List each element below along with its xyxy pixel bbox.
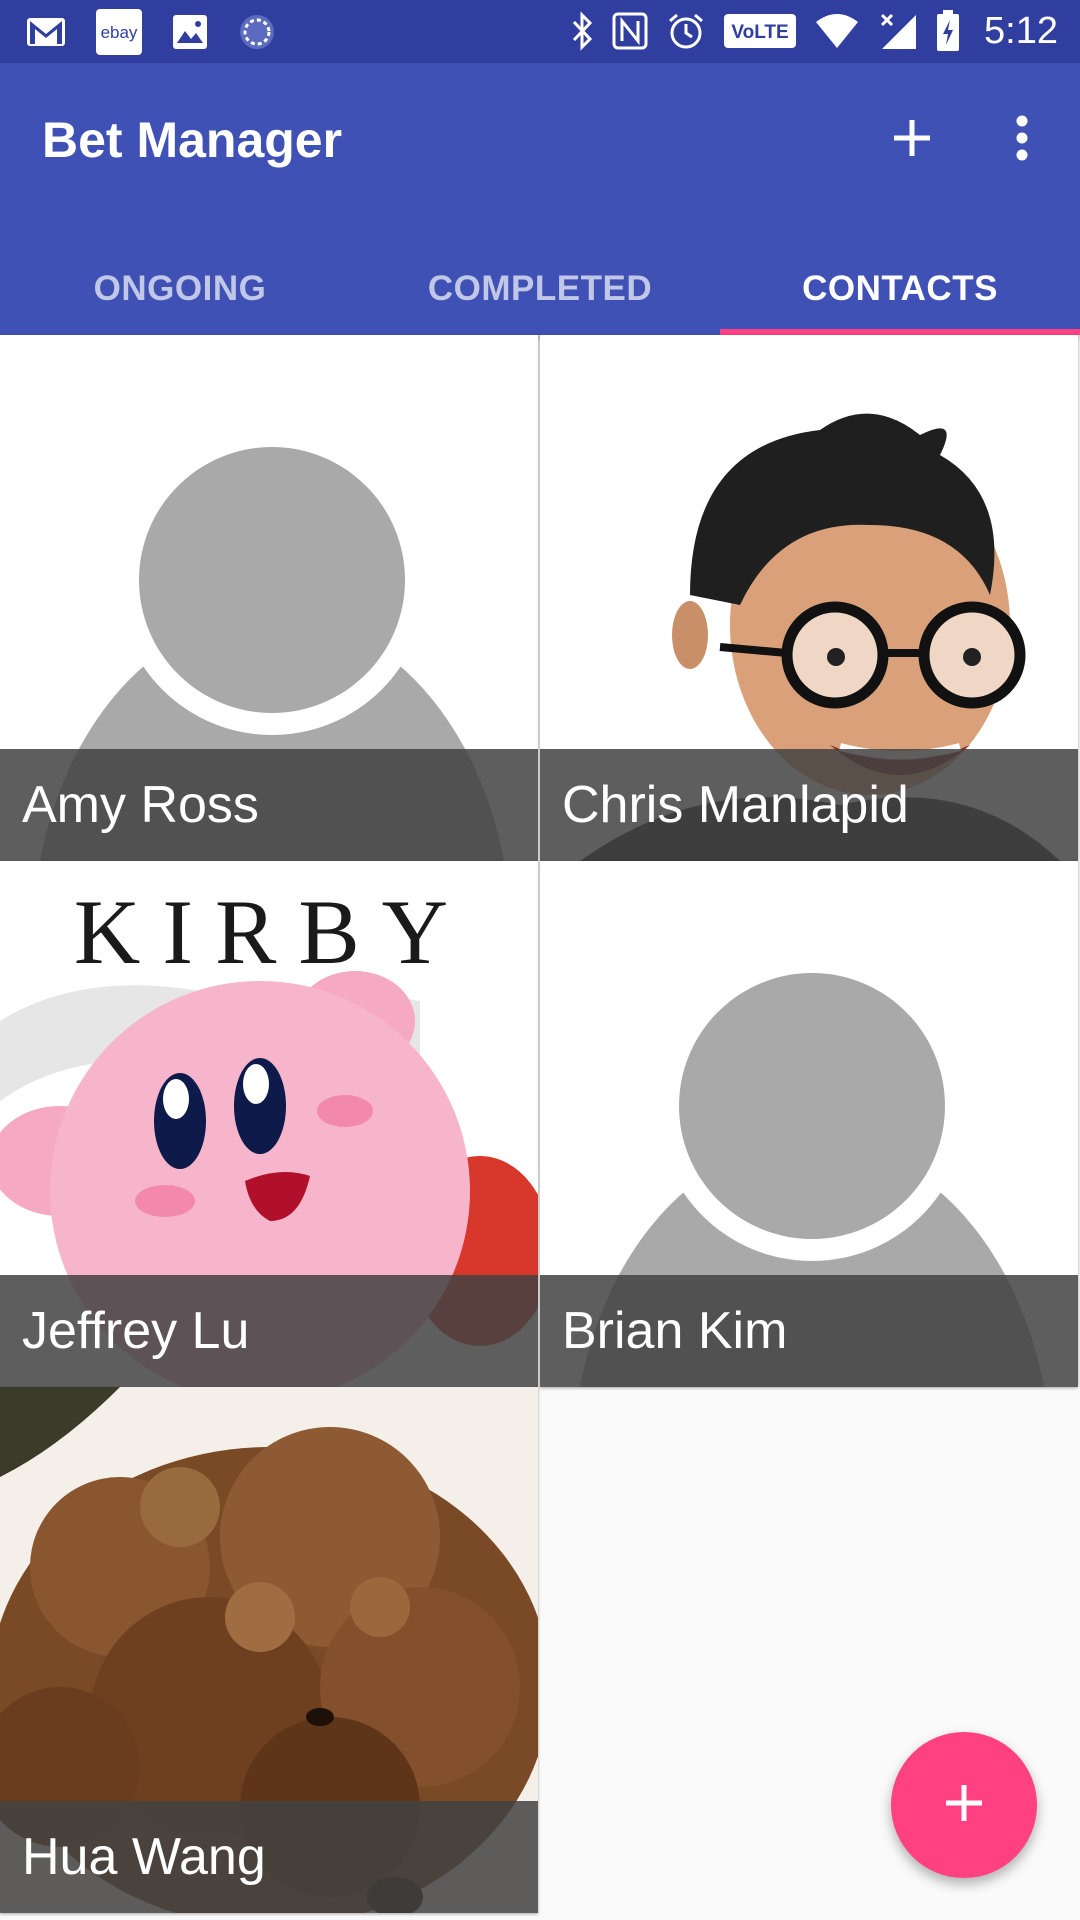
battery-charging-icon xyxy=(936,10,960,52)
app-bar: Bet Manager ONGOING COMPLETED CONTACTS xyxy=(0,63,1080,335)
name-overlay: Chris Manlapid xyxy=(540,749,1078,861)
ebay-icon: ebay xyxy=(96,9,142,55)
bluetooth-icon xyxy=(570,11,594,51)
tab-bar: ONGOING COMPLETED CONTACTS xyxy=(0,243,1080,335)
overflow-menu-button[interactable] xyxy=(992,108,1052,172)
name-overlay: Jeffrey Lu xyxy=(0,1275,538,1387)
tab-completed[interactable]: COMPLETED xyxy=(360,243,720,335)
add-contact-fab[interactable] xyxy=(891,1732,1037,1878)
cell-signal-icon xyxy=(878,11,918,51)
plus-icon xyxy=(890,116,934,165)
contact-name: Hua Wang xyxy=(22,1828,266,1886)
contact-name: Brian Kim xyxy=(562,1302,788,1360)
more-vert-icon xyxy=(1014,115,1030,166)
system-icons: VoLTE 5:12 xyxy=(570,8,1058,54)
wifi-icon xyxy=(814,12,860,50)
tab-label: CONTACTS xyxy=(802,269,998,308)
tab-label: ONGOING xyxy=(93,269,267,308)
add-bet-button[interactable] xyxy=(880,108,944,172)
contact-card[interactable]: Hua Wang xyxy=(0,1387,538,1913)
plus-icon xyxy=(943,1782,985,1829)
contact-card[interactable]: KIRBY Jeffrey Lu xyxy=(0,861,538,1387)
gallery-icon xyxy=(172,14,208,50)
gmail-icon xyxy=(26,17,66,47)
name-overlay: Hua Wang xyxy=(0,1801,538,1913)
name-overlay: Amy Ross xyxy=(0,749,538,861)
volte-icon: VoLTE xyxy=(724,14,797,48)
notification-icons: ebay xyxy=(26,9,276,55)
name-overlay: Brian Kim xyxy=(540,1275,1078,1387)
contact-name: Jeffrey Lu xyxy=(22,1302,250,1360)
contact-card[interactable]: Amy Ross xyxy=(0,335,538,861)
svg-text:KIRBY: KIRBY xyxy=(74,881,470,983)
status-bar: ebay VoLTE 5:12 xyxy=(0,0,1080,63)
contact-card[interactable]: Brian Kim xyxy=(540,861,1078,1387)
sync-icon xyxy=(238,13,276,51)
contact-name: Amy Ross xyxy=(22,776,259,834)
svg-text:ebay: ebay xyxy=(101,23,138,42)
tab-contacts[interactable]: CONTACTS xyxy=(720,243,1080,335)
tab-ongoing[interactable]: ONGOING xyxy=(0,243,360,335)
svg-text:VoLTE: VoLTE xyxy=(731,22,788,43)
contact-name: Chris Manlapid xyxy=(562,776,909,834)
tab-label: COMPLETED xyxy=(427,269,653,308)
nfc-icon xyxy=(612,11,648,51)
alarm-icon xyxy=(666,11,706,51)
contact-card[interactable]: Chris Manlapid xyxy=(540,335,1078,861)
app-title: Bet Manager xyxy=(42,112,343,168)
status-time: 5:12 xyxy=(984,9,1058,52)
